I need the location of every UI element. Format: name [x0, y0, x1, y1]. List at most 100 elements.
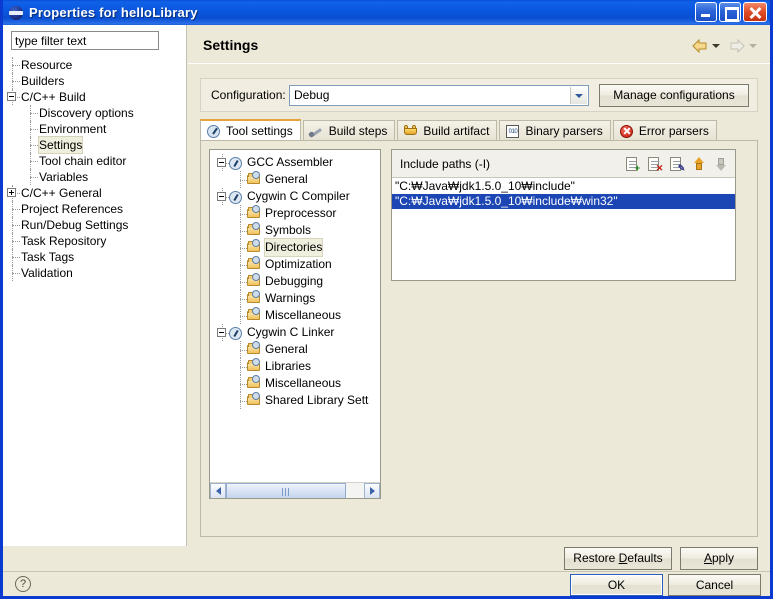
- tool-tree-item-label: Miscellaneous: [265, 376, 342, 390]
- properties-nav-pane: Resource Builders C/C++ Build Discovery opt…: [3, 25, 187, 546]
- cancel-button[interactable]: Cancel: [668, 574, 761, 596]
- configuration-select[interactable]: Debug: [289, 85, 589, 106]
- tool-tree-item[interactable]: Miscellaneous: [210, 375, 380, 392]
- folder-icon: [246, 222, 262, 239]
- scroll-track[interactable]: [226, 482, 364, 498]
- tool-tree-item-label: Cygwin C Linker: [247, 325, 335, 339]
- tool-tree-item-label: Warnings: [265, 291, 316, 305]
- sidebar-item-discovery-options[interactable]: Discovery options: [3, 105, 187, 121]
- tool-tree-item[interactable]: Optimization: [210, 256, 380, 273]
- tab-error-parsers[interactable]: Error parsers: [612, 120, 717, 141]
- sidebar-item-label: Task Repository: [21, 234, 107, 248]
- tab-binary-parsers[interactable]: 010 Binary parsers: [499, 120, 611, 141]
- tree-expand-icon[interactable]: [7, 188, 16, 197]
- sidebar-item-tool-chain-editor[interactable]: Tool chain editor: [3, 153, 187, 169]
- folder-icon: [246, 239, 262, 256]
- delete-include-path-icon[interactable]: ✕: [646, 155, 664, 173]
- edit-include-path-icon[interactable]: ✎: [668, 155, 686, 173]
- tree-collapse-icon[interactable]: [217, 328, 226, 337]
- maximize-button[interactable]: [719, 2, 741, 22]
- settings-tab-strip[interactable]: Tool settings Build steps Build artifact 01…: [200, 119, 758, 141]
- page-action-buttons: Restore Defaults Apply: [188, 547, 770, 571]
- tree-collapse-icon[interactable]: [217, 192, 226, 201]
- tool-tree-hscrollbar[interactable]: [210, 482, 380, 498]
- tool-tree-item[interactable]: Warnings: [210, 290, 380, 307]
- error-circle-icon: [619, 124, 634, 139]
- restore-defaults-label: Restore Defaults: [573, 551, 663, 565]
- scroll-right-icon[interactable]: [364, 482, 380, 498]
- tool-tree-item[interactable]: GCC Assembler: [210, 154, 380, 171]
- page-title: Settings: [203, 37, 259, 53]
- folder-icon: [246, 375, 262, 392]
- properties-tree[interactable]: Resource Builders C/C++ Build Discovery opt…: [3, 57, 187, 281]
- tool-icon: [228, 189, 244, 205]
- tree-guide-dash: [30, 129, 38, 130]
- tool-tree-item[interactable]: Miscellaneous: [210, 307, 380, 324]
- scroll-thumb[interactable]: [226, 482, 346, 498]
- sidebar-item-label: Builders: [21, 74, 65, 88]
- sidebar-item-c-c-build[interactable]: C/C++ Build: [3, 89, 187, 105]
- sidebar-item-settings[interactable]: Settings: [3, 136, 187, 154]
- tool-tree-item[interactable]: Preprocessor: [210, 205, 380, 222]
- sidebar-item-label: Project References: [21, 202, 124, 216]
- tool-tree-item[interactable]: Cygwin C Linker: [210, 324, 380, 341]
- tool-tree-item-label: General: [265, 172, 308, 186]
- include-paths-list[interactable]: "C:₩Java₩jdk1.5.0_10₩include" "C:₩Java₩jd…: [392, 179, 735, 280]
- tree-guide-dash: [30, 161, 38, 162]
- sidebar-item-variables[interactable]: Variables: [3, 169, 187, 185]
- sidebar-item-environment[interactable]: Environment: [3, 121, 187, 137]
- tab-build-artifact[interactable]: Build artifact: [397, 120, 498, 141]
- tree-collapse-icon[interactable]: [217, 158, 226, 167]
- include-path-item[interactable]: "C:₩Java₩jdk1.5.0_10₩include₩win32": [392, 194, 735, 209]
- title-bar: Properties for helloLibrary: [3, 0, 770, 25]
- sidebar-item-run-debug-settings[interactable]: Run/Debug Settings: [3, 217, 187, 233]
- sidebar-item-c-c-general[interactable]: C/C++ General: [3, 185, 187, 201]
- forward-arrow-icon: [727, 37, 747, 55]
- tree-guide-dash: [30, 113, 38, 114]
- tool-tree-item[interactable]: Directories: [210, 238, 380, 257]
- properties-dialog: Properties for helloLibrary Resource Buil…: [0, 0, 773, 599]
- filter-input[interactable]: [11, 31, 159, 50]
- restore-defaults-button[interactable]: Restore Defaults: [564, 547, 672, 570]
- tool-tree-item[interactable]: General: [210, 171, 380, 188]
- include-path-item[interactable]: "C:₩Java₩jdk1.5.0_10₩include": [392, 179, 735, 194]
- manage-configurations-button[interactable]: Manage configurations: [599, 84, 749, 107]
- tool-tree-item[interactable]: Debugging: [210, 273, 380, 290]
- minimize-button[interactable]: [695, 2, 717, 22]
- include-paths-group: Include paths (-I) + ✕ ✎ "C:₩Java₩jdk1.5…: [391, 149, 736, 281]
- ok-button[interactable]: OK: [570, 574, 663, 596]
- tree-collapse-icon[interactable]: [7, 92, 16, 101]
- tool-tree-item[interactable]: General: [210, 341, 380, 358]
- tool-tree-item[interactable]: Libraries: [210, 358, 380, 375]
- configuration-label: Configuration:: [211, 88, 286, 102]
- apply-button[interactable]: Apply: [680, 547, 758, 570]
- move-up-icon[interactable]: [690, 155, 708, 173]
- back-history-caret-icon[interactable]: [712, 44, 720, 48]
- tool-tree-item[interactable]: Symbols: [210, 222, 380, 239]
- tab-build-steps[interactable]: Build steps: [302, 120, 396, 141]
- tool-tree-item-label: Symbols: [265, 223, 312, 237]
- tool-tree-item[interactable]: Cygwin C Compiler: [210, 188, 380, 205]
- sidebar-item-task-repository[interactable]: Task Repository: [3, 233, 187, 249]
- sidebar-item-project-references[interactable]: Project References: [3, 201, 187, 217]
- chevron-down-icon[interactable]: [570, 87, 587, 104]
- tab-label: Tool settings: [226, 124, 293, 138]
- tool-tree[interactable]: GCC Assembler General Cygwin C Compiler Pre…: [209, 149, 381, 499]
- move-down-icon: [712, 155, 730, 173]
- add-include-path-icon[interactable]: +: [624, 155, 642, 173]
- scroll-left-icon[interactable]: [210, 482, 226, 498]
- sidebar-item-label: C/C++ General: [21, 186, 102, 200]
- sidebar-item-task-tags[interactable]: Task Tags: [3, 249, 187, 265]
- sidebar-item-resource[interactable]: Resource: [3, 57, 187, 73]
- help-icon[interactable]: ?: [15, 576, 31, 592]
- tool-tree-item[interactable]: Shared Library Sett: [210, 392, 380, 409]
- sidebar-item-validation[interactable]: Validation: [3, 265, 187, 281]
- tree-guide-dash: [12, 257, 20, 258]
- include-paths-toolbar: + ✕ ✎: [624, 155, 730, 173]
- back-arrow-icon[interactable]: [690, 37, 710, 55]
- tab-tool-settings[interactable]: Tool settings: [200, 119, 301, 141]
- title-divider: [188, 63, 770, 64]
- sidebar-item-builders[interactable]: Builders: [3, 73, 187, 89]
- folder-icon: [246, 273, 262, 290]
- close-button[interactable]: [743, 2, 767, 22]
